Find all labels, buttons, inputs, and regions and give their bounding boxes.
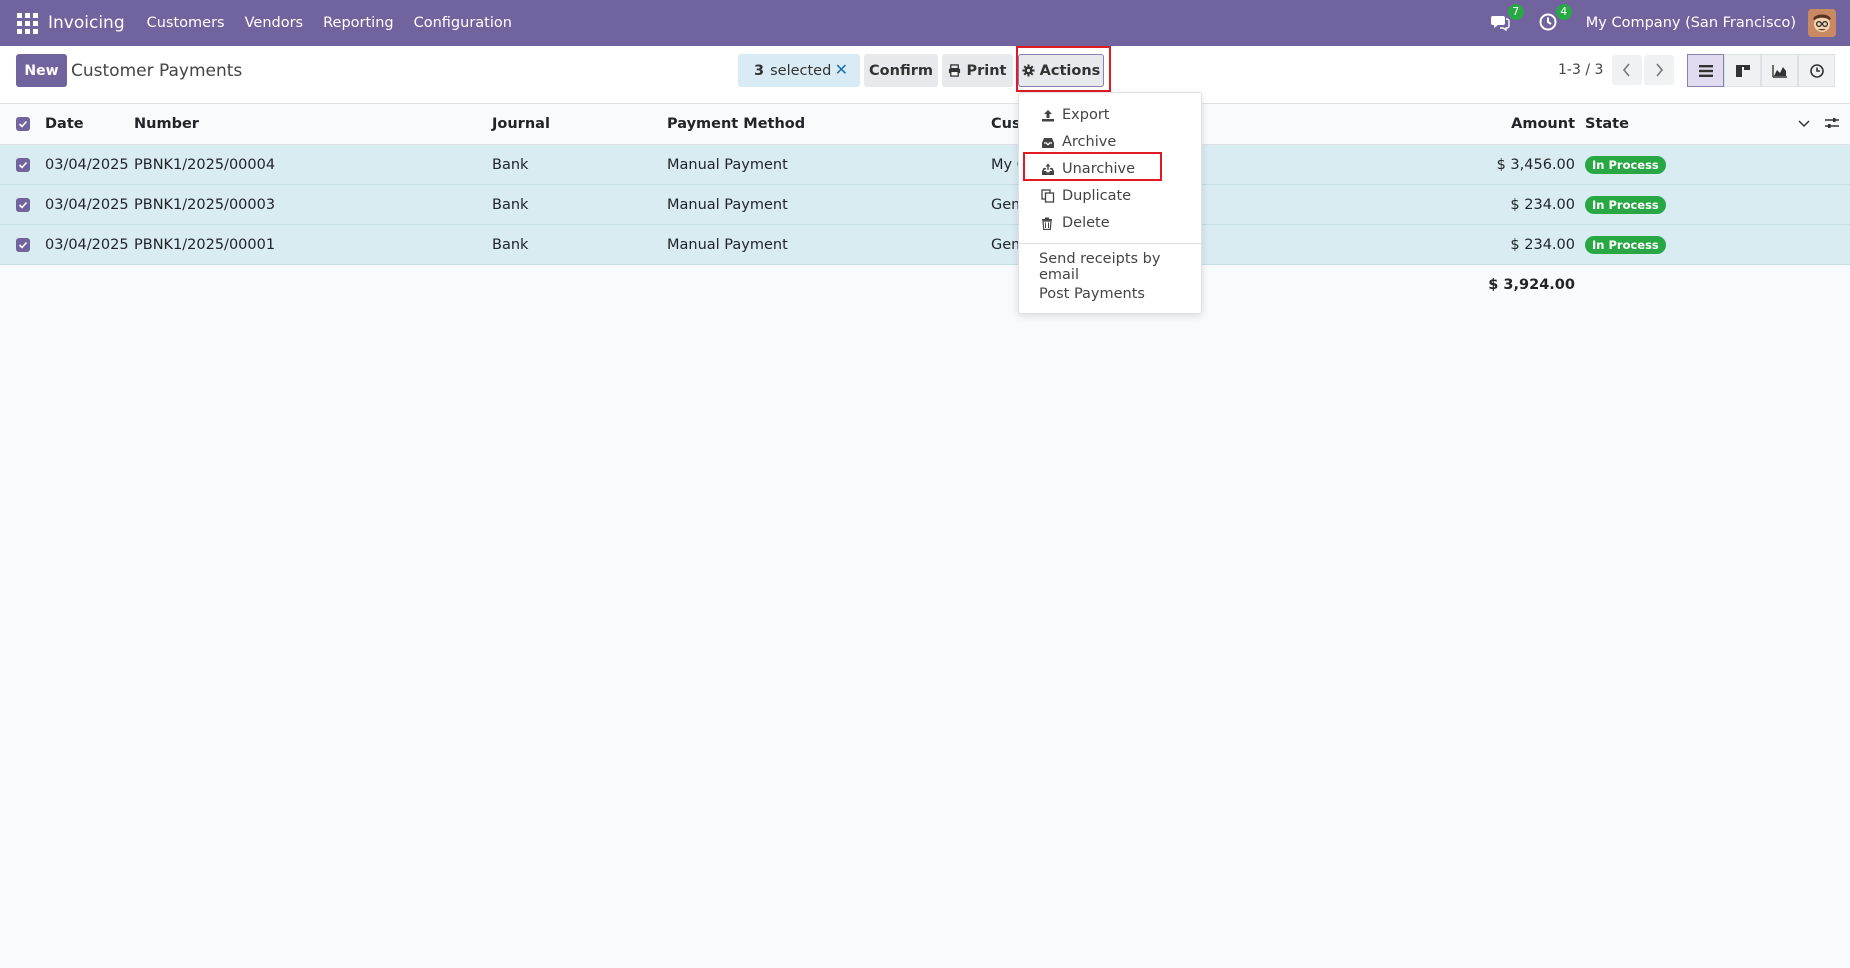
cell-payment-method: Manual Payment xyxy=(667,236,788,253)
view-switcher xyxy=(1687,54,1835,87)
gear-icon xyxy=(1022,64,1035,77)
inbox-icon xyxy=(1041,136,1056,149)
cell-number: PBNK1/2025/00003 xyxy=(134,196,276,213)
delete-label: Delete xyxy=(1062,215,1110,231)
menu-reporting[interactable]: Reporting xyxy=(323,15,394,31)
cell-payment-method: Manual Payment xyxy=(667,156,788,173)
menu-customers[interactable]: Customers xyxy=(147,15,225,31)
pager-next-chevron-right-icon[interactable] xyxy=(1644,55,1674,85)
print-label: Print xyxy=(966,62,1007,79)
pager-previous-chevron-left-icon[interactable] xyxy=(1612,55,1642,85)
menu-item-post-payments[interactable]: Post Payments xyxy=(1019,281,1201,307)
cell-date: 03/04/2025 xyxy=(45,236,129,253)
state-sort-chevron-down-icon[interactable] xyxy=(1798,104,1810,144)
menu-configuration[interactable]: Configuration xyxy=(414,15,512,31)
clear-selection-close-icon[interactable]: ✕ xyxy=(835,60,848,79)
cell-payment-method: Manual Payment xyxy=(667,196,788,213)
table-header: Date Number Journal Payment Method Cust … xyxy=(0,104,1850,145)
messages-count-badge: 7 xyxy=(1507,4,1524,20)
menu-item-delete[interactable]: Delete xyxy=(1019,210,1201,236)
app-name[interactable]: Invoicing xyxy=(48,13,125,33)
header-state[interactable]: State xyxy=(1585,104,1629,144)
row-checkbox[interactable] xyxy=(16,158,30,172)
cell-journal: Bank xyxy=(492,236,529,253)
list-view-icon[interactable] xyxy=(1687,54,1724,87)
table-row[interactable]: 03/04/2025 PBNK1/2025/00003 Bank Manual … xyxy=(0,185,1850,225)
upload-icon xyxy=(1041,109,1056,122)
header-journal[interactable]: Journal xyxy=(492,104,550,144)
kanban-view-icon[interactable] xyxy=(1724,54,1761,87)
new-button[interactable]: New xyxy=(16,54,67,87)
status-badge: In Process xyxy=(1585,235,1666,254)
cell-journal: Bank xyxy=(492,196,529,213)
cell-journal: Bank xyxy=(492,156,529,173)
export-label: Export xyxy=(1062,107,1110,123)
table-row[interactable]: 03/04/2025 PBNK1/2025/00004 Bank Manual … xyxy=(0,145,1850,185)
header-amount[interactable]: Amount xyxy=(1511,104,1575,144)
top-navbar: Invoicing Customers Vendors Reporting Co… xyxy=(0,0,1850,46)
menu-item-export[interactable]: Export xyxy=(1019,102,1201,128)
select-all-checkbox[interactable] xyxy=(16,117,30,131)
row-checkbox[interactable] xyxy=(16,238,30,252)
menu-item-unarchive[interactable]: Unarchive xyxy=(1019,156,1201,182)
unarchive-label: Unarchive xyxy=(1062,161,1136,177)
copy-icon xyxy=(1041,189,1056,203)
messages-icon[interactable]: 7 xyxy=(1490,4,1524,34)
header-payment-method[interactable]: Payment Method xyxy=(667,104,805,144)
activities-count-badge: 4 xyxy=(1555,4,1572,20)
payments-table: Date Number Journal Payment Method Cust … xyxy=(0,104,1850,305)
table-row[interactable]: 03/04/2025 PBNK1/2025/00001 Bank Manual … xyxy=(0,225,1850,265)
actions-button[interactable]: Actions xyxy=(1018,54,1104,87)
cell-amount: $ 234.00 xyxy=(1510,196,1575,213)
print-button[interactable]: Print xyxy=(942,54,1013,87)
cell-date: 03/04/2025 xyxy=(45,196,129,213)
archive-label: Archive xyxy=(1062,134,1117,150)
optional-columns-sliders-icon[interactable] xyxy=(1824,115,1840,135)
cell-number: PBNK1/2025/00004 xyxy=(134,156,276,173)
unarchive-icon xyxy=(1041,163,1056,176)
menu-item-duplicate[interactable]: Duplicate xyxy=(1019,183,1201,209)
cell-number: PBNK1/2025/00001 xyxy=(134,236,276,253)
activity-view-clock-icon[interactable] xyxy=(1798,54,1835,87)
cell-amount: $ 234.00 xyxy=(1510,236,1575,253)
actions-dropdown-menu: Export Archive Unarchive Duplicate Delet… xyxy=(1018,92,1202,314)
activities-clock-icon[interactable]: 4 xyxy=(1538,4,1572,34)
menu-divider xyxy=(1019,243,1201,244)
total-amount: $ 3,924.00 xyxy=(1488,277,1575,293)
menu-item-send-receipts[interactable]: Send receipts by email xyxy=(1019,251,1201,283)
status-badge: In Process xyxy=(1585,195,1666,214)
actions-label: Actions xyxy=(1039,62,1101,79)
confirm-button[interactable]: Confirm xyxy=(864,54,938,87)
menu-item-archive[interactable]: Archive xyxy=(1019,129,1201,155)
apps-menu-icon[interactable] xyxy=(14,10,40,36)
row-checkbox[interactable] xyxy=(16,198,30,212)
graph-view-icon[interactable] xyxy=(1761,54,1798,87)
selection-chip: 3 selected ✕ xyxy=(738,54,860,87)
company-switcher[interactable]: My Company (San Francisco) xyxy=(1586,15,1796,31)
control-panel: New Customer Payments 3 selected ✕ Confi… xyxy=(0,46,1850,104)
user-avatar[interactable] xyxy=(1808,9,1836,37)
totals-row: $ 3,924.00 xyxy=(0,265,1850,305)
pager-value[interactable]: 1-3 / 3 xyxy=(1558,62,1603,78)
menu-vendors[interactable]: Vendors xyxy=(245,15,304,31)
cell-amount: $ 3,456.00 xyxy=(1496,156,1575,173)
selected-count: 3 xyxy=(754,62,765,79)
printer-icon xyxy=(949,64,961,77)
selected-label: selected xyxy=(770,62,832,79)
header-number[interactable]: Number xyxy=(134,104,199,144)
page-title: Customer Payments xyxy=(71,61,243,81)
status-badge: In Process xyxy=(1585,155,1666,174)
trash-icon xyxy=(1041,217,1056,230)
header-date[interactable]: Date xyxy=(45,104,84,144)
cell-date: 03/04/2025 xyxy=(45,156,129,173)
duplicate-label: Duplicate xyxy=(1062,188,1132,204)
